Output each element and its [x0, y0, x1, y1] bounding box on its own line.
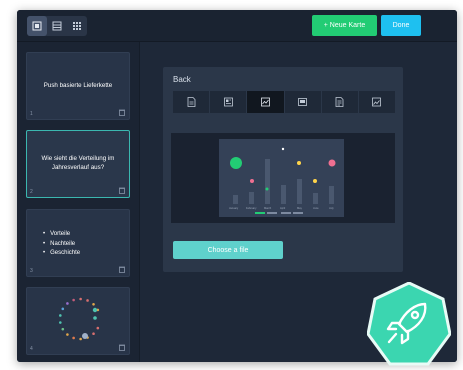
svg-text:April: April	[280, 206, 286, 210]
thumbnail-dot	[66, 302, 69, 305]
thumbnail-dot	[93, 316, 97, 320]
chart-axis-labels: January February March April May June Ju…	[229, 206, 334, 210]
tab-document[interactable]	[322, 91, 359, 113]
card-text: Push basierte Lieferkette	[43, 82, 113, 89]
thumbnail-dot	[59, 314, 62, 317]
trash-icon[interactable]	[119, 187, 125, 194]
document-icon	[335, 97, 344, 107]
thumbnail-dot	[59, 321, 62, 324]
card-number: 3	[30, 268, 33, 274]
text-image-icon	[223, 97, 233, 107]
card-text: Wie sieht die Verteilung im Jahresverlau…	[41, 155, 115, 171]
chart-icon	[261, 97, 270, 107]
thumbnail-dot	[61, 327, 65, 331]
tab-text-image[interactable]	[210, 91, 248, 113]
content-type-tabs	[173, 91, 395, 113]
list-view-icon	[52, 21, 62, 31]
chart-bubbles	[230, 147, 336, 191]
thumbnail-dot	[92, 332, 95, 336]
view-mode-switcher	[27, 16, 87, 36]
thumbnail-dot	[72, 298, 75, 302]
svg-text:June: June	[313, 206, 319, 210]
chart-legend	[255, 212, 303, 214]
done-button[interactable]: Done	[381, 15, 421, 36]
card-side-panel: Back January February March April May Ju…	[163, 67, 403, 272]
thumbnail-dot	[96, 326, 100, 330]
thumbnail-dot	[92, 302, 95, 306]
top-toolbar: + Neue Karte Done	[17, 10, 457, 42]
card-view-icon	[32, 21, 42, 31]
chart-image: January February March April May June Ju…	[219, 139, 344, 217]
grid-view-icon	[73, 22, 81, 30]
text-icon	[187, 97, 195, 107]
card-number: 1	[30, 111, 33, 117]
chart-preview: January February March April May June Ju…	[171, 133, 395, 223]
image-icon	[372, 97, 382, 107]
card-thumbnail-2[interactable]: Wie sieht die Verteilung im Jahresverlau…	[26, 130, 130, 198]
card-list-sidebar: Push basierte Lieferkette 1 Wie sieht di…	[17, 42, 140, 362]
bullet-item: Vorteile	[43, 230, 80, 240]
thumbnail-dot	[86, 299, 89, 302]
svg-text:July: July	[329, 206, 334, 210]
radial-chart-thumbnail	[59, 297, 100, 341]
thumbnail-dot	[92, 307, 98, 313]
list-view-button[interactable]	[47, 16, 67, 36]
thumbnail-dot	[72, 336, 75, 340]
media-icon	[298, 98, 307, 106]
card-thumbnail-4[interactable]: 4	[26, 287, 130, 355]
svg-text:March: March	[264, 206, 272, 210]
thumbnail-dot	[82, 333, 88, 339]
trash-icon[interactable]	[119, 344, 125, 351]
card-view-button[interactable]	[27, 16, 47, 36]
grid-view-button[interactable]	[67, 16, 87, 36]
thumbnail-dot	[66, 333, 69, 336]
rocket-badge	[367, 282, 451, 366]
bullet-item: Nachteile	[43, 240, 80, 250]
card-number: 2	[30, 189, 33, 195]
chart-graphic: January February March April May June Ju…	[229, 147, 336, 214]
choose-file-button[interactable]: Choose a file	[173, 241, 283, 259]
svg-text:January: January	[229, 206, 239, 210]
tab-media[interactable]	[285, 91, 322, 113]
tab-chart[interactable]	[247, 91, 285, 113]
thumbnail-dot	[79, 297, 82, 301]
card-thumbnail-3[interactable]: Vorteile Nachteile Geschichte 3	[26, 209, 130, 277]
card-thumbnail-1[interactable]: Push basierte Lieferkette 1	[26, 52, 130, 120]
svg-text:May: May	[297, 206, 303, 210]
card-number: 4	[30, 346, 33, 352]
thumbnail-dot	[79, 337, 82, 341]
thumbnail-dot	[61, 307, 65, 311]
side-label: Back	[173, 75, 191, 84]
tab-image[interactable]	[359, 91, 395, 113]
new-card-button[interactable]: + Neue Karte	[312, 15, 377, 36]
tab-text[interactable]	[173, 91, 211, 113]
bullet-item: Geschichte	[43, 249, 80, 259]
svg-text:February: February	[246, 206, 257, 210]
chart-bars	[233, 159, 334, 204]
trash-icon[interactable]	[119, 109, 125, 116]
trash-icon[interactable]	[119, 266, 125, 273]
card-bullet-list: Vorteile Nachteile Geschichte	[43, 230, 80, 259]
